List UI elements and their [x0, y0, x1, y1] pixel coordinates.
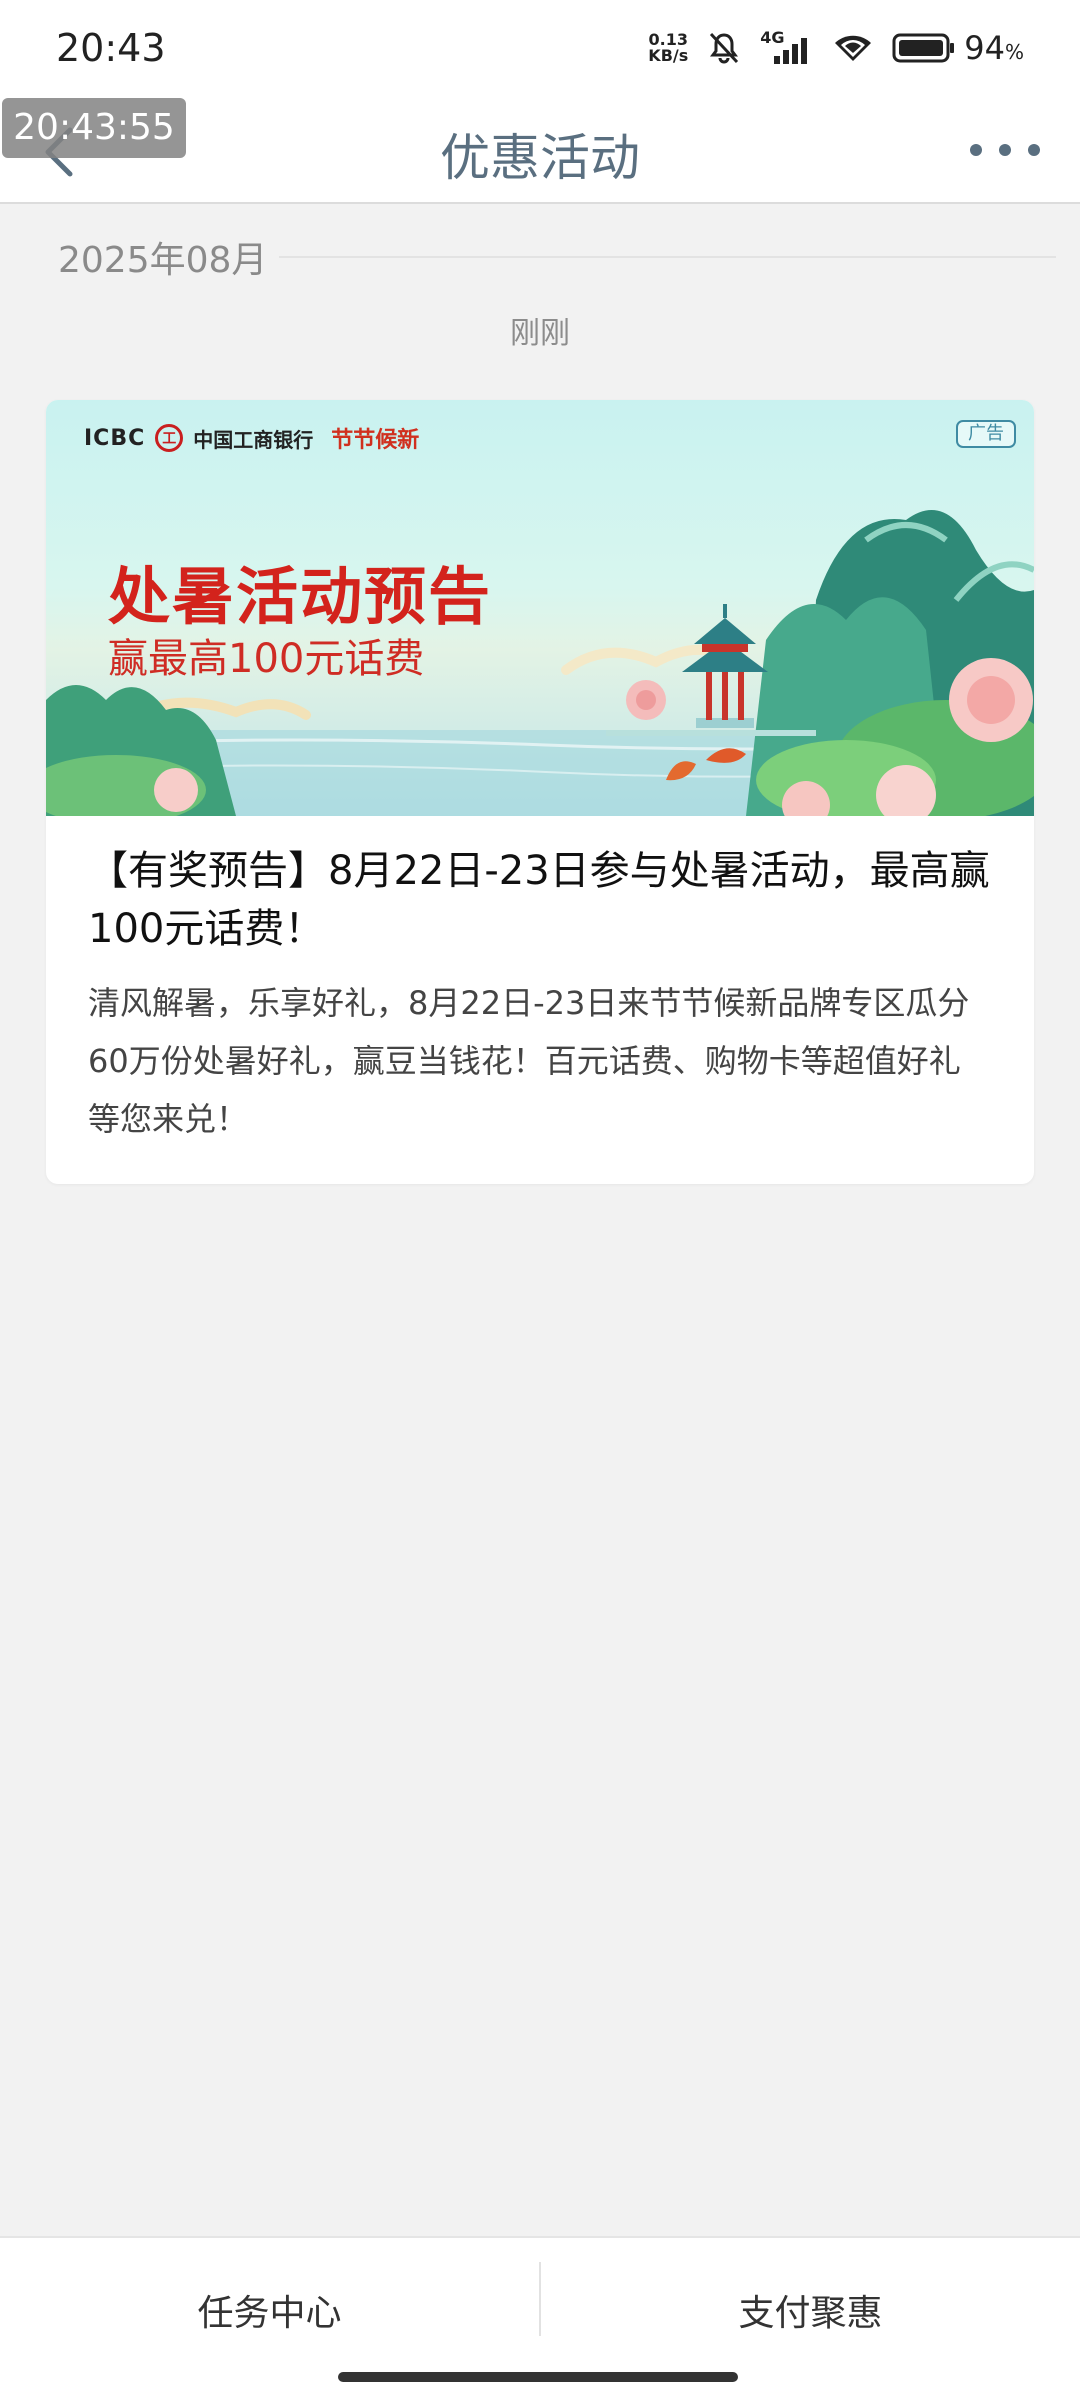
date-label: 2025年08月: [58, 240, 268, 281]
promotion-card[interactable]: ICBC 工 中国工商银行 节节候新 广告 处暑活动预告 赢最高100元话费 【…: [46, 400, 1034, 1184]
ad-badge: 广告: [956, 420, 1016, 448]
home-indicator[interactable]: [338, 2372, 738, 2382]
battery-percent-unit: %: [1004, 40, 1024, 64]
status-icons: 0.13 KB/s 4G 94%: [648, 28, 1024, 67]
status-bar: 20:43 0.13 KB/s 4G 94%: [0, 0, 1080, 96]
battery-icon: [892, 33, 955, 63]
promotion-banner[interactable]: ICBC 工 中国工商银行 节节候新 广告 处暑活动预告 赢最高100元话费: [46, 400, 1034, 816]
network-speed: 0.13 KB/s: [648, 32, 688, 64]
card-description: 清风解暑，乐享好礼，8月22日-23日来节节候新品牌专区瓜分60万份处暑好礼，赢…: [88, 984, 970, 1138]
banner-subheadline: 赢最高100元话费: [108, 636, 425, 682]
bank-name: 中国工商银行: [193, 427, 314, 452]
battery-percent-value: 94: [964, 29, 1005, 67]
bank-logo: ICBC 工 中国工商银行 节节候新: [84, 422, 419, 454]
battery-level: 94%: [964, 29, 1024, 67]
brand-name: 节节候新: [331, 428, 420, 453]
bell-muted-icon: [710, 32, 739, 64]
more-options-button[interactable]: [970, 120, 1040, 180]
divider-line: [279, 256, 1056, 258]
more-dot-icon: [999, 144, 1011, 156]
icbc-seal-char: 工: [162, 431, 177, 447]
card-content: 【有奖预告】8月22日-23日参与处暑活动，最高赢100元话费！ 清风解暑，乐享…: [46, 816, 1034, 1148]
wifi-icon: [835, 35, 872, 61]
status-time: 20:43: [56, 26, 166, 70]
tab-label: 支付聚惠: [738, 2293, 883, 2334]
screenshot-timestamp-overlay: 20:43:55: [2, 98, 186, 158]
date-divider: 2025年08月: [58, 230, 1056, 284]
battery: 94%: [892, 29, 1024, 67]
more-dot-icon: [1028, 144, 1040, 156]
cellular-signal: 4G: [760, 28, 814, 66]
more-dot-icon: [970, 144, 982, 156]
message-time: 刚刚: [510, 316, 570, 351]
banner-headline: 处暑活动预告: [108, 560, 493, 633]
tab-label: 任务中心: [197, 2293, 342, 2334]
icbc-logo-text: ICBC: [84, 425, 146, 451]
icbc-seal-icon: 工: [155, 424, 184, 452]
card-title: 【有奖预告】8月22日-23日参与处暑活动，最高赢100元话费！: [88, 848, 990, 952]
network-speed-unit: KB/s: [648, 46, 689, 65]
signal-bars-icon: [774, 38, 808, 64]
